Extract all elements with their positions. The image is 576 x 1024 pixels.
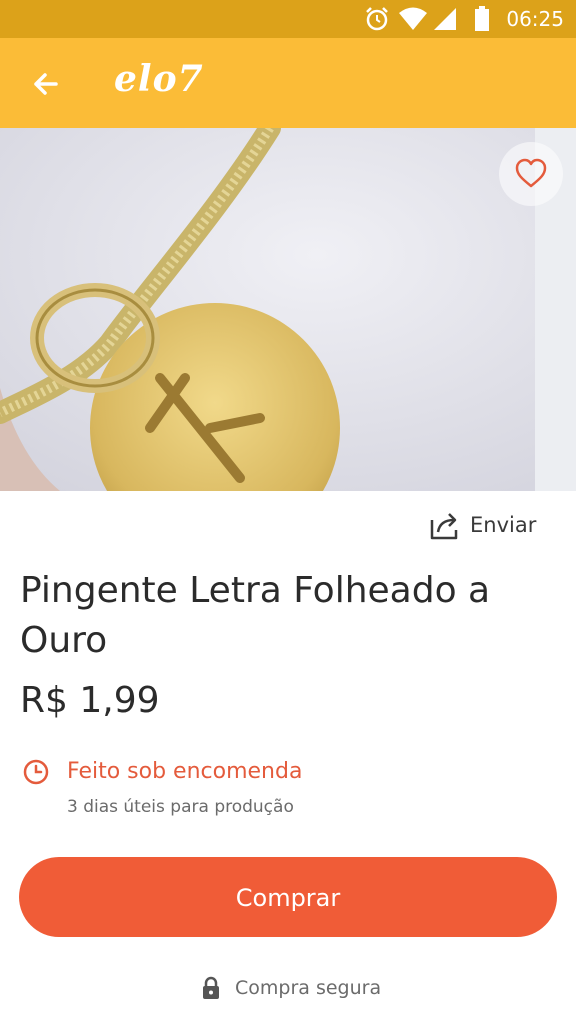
pendant-image bbox=[0, 128, 576, 491]
secure-purchase-label: Compra segura bbox=[235, 977, 382, 999]
buy-button[interactable]: Comprar bbox=[19, 857, 557, 937]
lock-icon bbox=[203, 976, 219, 999]
wifi-icon bbox=[399, 7, 427, 30]
app-bar: elo7 bbox=[0, 38, 576, 128]
app-logo[interactable]: elo7 bbox=[114, 58, 204, 100]
share-icon[interactable] bbox=[428, 508, 462, 544]
heart-icon bbox=[515, 158, 547, 188]
clock-icon bbox=[23, 759, 49, 785]
signal-icon bbox=[434, 8, 456, 30]
lead-time-title: Feito sob encomenda bbox=[67, 759, 303, 784]
battery-icon bbox=[475, 6, 489, 31]
product-image[interactable] bbox=[0, 128, 576, 491]
share-button[interactable]: Enviar bbox=[470, 513, 536, 537]
alarm-icon bbox=[366, 7, 388, 31]
product-price: R$ 1,99 bbox=[20, 680, 160, 721]
status-time: 06:25 bbox=[506, 7, 564, 31]
product-title: Pingente Letra Folheado a Ouro bbox=[20, 570, 491, 661]
lead-time-subtitle: 3 dias úteis para produção bbox=[67, 797, 294, 817]
status-bar: 06:25 bbox=[0, 0, 576, 38]
arrow-left-icon[interactable] bbox=[26, 64, 66, 104]
favorite-button[interactable] bbox=[499, 142, 563, 206]
